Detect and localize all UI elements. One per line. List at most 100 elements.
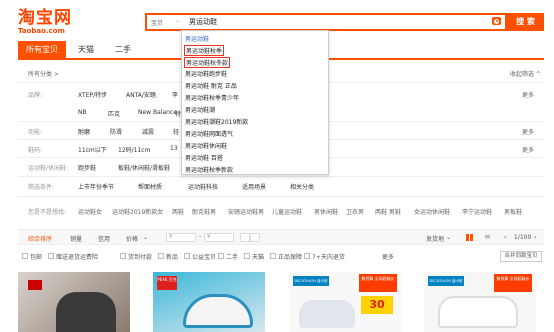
search-category[interactable]: 宝贝 [151, 18, 163, 27]
filter-more-dropdown[interactable]: 更多 [382, 252, 394, 261]
brand-option[interactable]: 李 [172, 90, 178, 99]
suggestion-item[interactable]: 男运动鞋 耐克 正品 [185, 81, 237, 90]
breadcrumb[interactable]: 所有分类 > [28, 69, 59, 78]
product-image [299, 300, 355, 328]
suggestion-item[interactable]: 男运动鞋 百搭 [185, 153, 223, 162]
sort-credit[interactable]: 信用 [98, 234, 110, 243]
merge-same-items-button[interactable]: 合并同款宝贝 [500, 251, 542, 262]
checkbox[interactable] [158, 253, 164, 259]
checkbox[interactable] [120, 253, 126, 259]
product-image [438, 296, 518, 328]
filter-charity[interactable]: 公益宝贝 [192, 252, 216, 261]
guess-link[interactable]: 儿童运动鞋 [272, 207, 302, 216]
brand-option[interactable]: New Balance [138, 109, 177, 116]
tab-all[interactable]: 所有宝贝 [18, 41, 66, 58]
filter-condition-dropdown[interactable]: 帮面材质 [138, 182, 162, 191]
function-option[interactable]: 防滑 [110, 127, 122, 136]
decathlon-badge: DECATHLON 迪卡侬 [428, 276, 464, 286]
price-to-input[interactable]: ¥ [204, 233, 234, 242]
guess-link[interactable]: 李宁运动鞋 [462, 207, 492, 216]
guess-link[interactable]: 卫衣男 [346, 207, 364, 216]
list-view-icon[interactable]: ≡ [484, 232, 491, 241]
suggestion-item[interactable]: 男运动鞋潮 [185, 105, 215, 114]
checkbox[interactable] [22, 253, 28, 259]
product-card[interactable]: DECATHLON 迪卡侬 聚划算 全场超级价 [424, 272, 536, 332]
next-page-icon[interactable]: › [534, 234, 536, 241]
sort-price[interactable]: 价格 [126, 234, 138, 243]
filter-secondhand[interactable]: 二手 [226, 252, 238, 261]
guess-link[interactable]: 男休闲鞋 [314, 207, 338, 216]
collapse-filter-link[interactable]: 收起筛选 ^ [510, 69, 541, 78]
search-button[interactable]: 搜 索 [507, 13, 544, 31]
checkbox[interactable] [218, 253, 224, 259]
filter-return-insurance[interactable]: 赠送退货运费险 [56, 252, 98, 261]
guess-link[interactable]: 两鞋 [172, 207, 184, 216]
suggestion-item[interactable]: 男运动鞋 [185, 34, 209, 43]
suggestion-item[interactable]: 男运动鞋秋季 [184, 45, 225, 56]
sort-sales[interactable]: 销量 [70, 234, 82, 243]
product-card[interactable] [18, 272, 130, 332]
search-box[interactable]: 宝贝 ⌄ 男运动鞋 [145, 13, 507, 31]
function-option[interactable]: 耐磨 [78, 127, 90, 136]
suggestion-item[interactable]: 男运动鞋网面透气 [185, 129, 233, 138]
suggestion-item[interactable]: 男运动鞋秋季青少年 [185, 93, 239, 102]
checkbox[interactable] [48, 253, 54, 259]
guess-link[interactable]: 男板鞋 [504, 207, 522, 216]
brand-more-link[interactable]: 更多 [522, 90, 534, 99]
taobao-logo[interactable]: 淘宝网 Taobao.com [18, 10, 78, 36]
checkbox[interactable] [270, 253, 276, 259]
size-option[interactable]: 13 [170, 145, 178, 152]
checkbox[interactable] [244, 253, 250, 259]
suggestion-item[interactable]: 男运动鞋休闲鞋 [185, 141, 227, 150]
filter-condition-dropdown[interactable]: 运动鞋科技 [188, 182, 218, 191]
brand-option[interactable]: 匹克 [108, 109, 120, 118]
brand-option[interactable]: NB [78, 109, 87, 116]
price-range-icon[interactable] [250, 233, 260, 242]
filter-tmall[interactable]: 天猫 [252, 252, 264, 261]
scene-option[interactable]: 板鞋/休闲鞋/滑板鞋 [118, 163, 170, 172]
filter-condition-dropdown[interactable]: 上市年份季节 [78, 182, 114, 191]
brand-option[interactable]: XTEP/特步 [78, 90, 107, 99]
guess-link[interactable]: 运动鞋2019新款女 [112, 207, 163, 216]
ship-from-dropdown[interactable]: 发货地 [426, 234, 444, 243]
tab-tmall[interactable]: 天猫 [70, 41, 102, 58]
divider [18, 196, 544, 197]
guess-link[interactable]: 两鞋 男鞋 [375, 207, 401, 216]
function-more-link[interactable]: 更多 [522, 127, 534, 136]
grid-view-icon[interactable] [466, 234, 473, 241]
price-from-input[interactable]: ¥ [166, 233, 196, 242]
guess-link[interactable]: 运动鞋女 [78, 207, 102, 216]
guess-link[interactable]: 耐克鞋男 [192, 207, 216, 216]
product-card[interactable]: DECATHLON 迪卡侬 聚划算 全场超级价 30 [289, 272, 401, 332]
guess-link[interactable]: 安踏运动鞋男 [228, 207, 264, 216]
filter-condition-dropdown[interactable]: 适用场景 [242, 182, 266, 191]
checkbox[interactable] [184, 253, 190, 259]
prev-page-icon[interactable]: ‹ [504, 234, 506, 241]
suggestion-item[interactable]: 男运动鞋秋季新款 [185, 165, 233, 174]
suggestion-item[interactable]: 男运动鞋跑步鞋 [185, 69, 227, 78]
size-more-link[interactable]: 更多 [522, 145, 534, 154]
scene-label: 运动鞋/休闲鞋: [28, 165, 69, 172]
size-option[interactable]: 11cm以下 [78, 145, 107, 154]
camera-icon[interactable] [492, 17, 501, 25]
brand-option[interactable]: ANTA/安踏 [126, 90, 156, 99]
checkbox[interactable] [304, 253, 310, 259]
guess-link[interactable]: 女运动休闲鞋 [414, 207, 450, 216]
suggestion-item[interactable]: 男运动鞋潮鞋2019新款 [185, 117, 248, 126]
filter-condition-dropdown[interactable]: 相关分类 [290, 182, 314, 191]
filter-genuine[interactable]: 正品保障 [278, 252, 302, 261]
function-option[interactable]: 轻 [173, 127, 179, 136]
sort-default[interactable]: 综合排序 [28, 234, 52, 243]
filter-free-shipping[interactable]: 包邮 [30, 252, 42, 261]
product-card[interactable]: PEAK 匹克 [153, 272, 265, 332]
size-option[interactable]: 12码/11cm [118, 145, 150, 154]
price-range-icon[interactable] [240, 233, 250, 242]
scene-option[interactable]: 跑步鞋 [78, 163, 96, 172]
tab-secondhand[interactable]: 二手 [108, 41, 138, 58]
filter-cod[interactable]: 货到付款 [128, 252, 152, 261]
filter-new[interactable]: 新品 [166, 252, 178, 261]
search-input[interactable]: 男运动鞋 [189, 17, 217, 27]
function-option[interactable]: 减震 [142, 127, 154, 136]
suggestion-item[interactable]: 男运动鞋秋冬款 [184, 57, 231, 68]
filter-7day-return[interactable]: 7+天内退货 [312, 252, 345, 261]
